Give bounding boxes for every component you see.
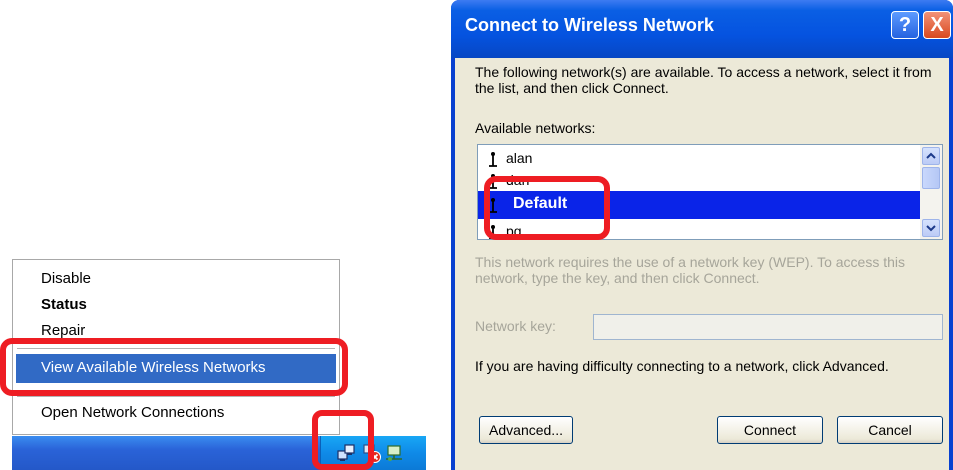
help-button[interactable]: ? xyxy=(891,11,919,39)
close-button[interactable]: X xyxy=(923,11,951,39)
instructions-text: The following network(s) are available. … xyxy=(475,64,932,96)
dialog-body: The following network(s) are available. … xyxy=(455,58,949,470)
scroll-up-button[interactable] xyxy=(922,147,940,165)
annotation-highlight-menu xyxy=(0,338,348,396)
network-key-label: Network key: xyxy=(475,318,556,334)
menu-item-repair[interactable]: Repair xyxy=(41,322,85,339)
menu-item-status[interactable]: Status xyxy=(41,296,87,313)
annotation-highlight-network xyxy=(484,176,610,240)
dialog-titlebar[interactable]: Connect to Wireless Network ? X xyxy=(451,0,953,58)
connect-button[interactable]: Connect xyxy=(717,416,823,444)
network-key-input[interactable] xyxy=(593,314,943,340)
menu-item-disable[interactable]: Disable xyxy=(41,270,91,287)
network-name: alan xyxy=(506,150,533,166)
wep-notice-text: This network requires the use of a netwo… xyxy=(475,254,906,286)
dialog-title: Connect to Wireless Network xyxy=(465,15,714,35)
chevron-up-icon xyxy=(926,152,936,159)
antenna-icon xyxy=(489,152,497,167)
chevron-down-icon xyxy=(926,225,936,232)
available-networks-label: Available networks: xyxy=(475,120,596,136)
advanced-hint-text: If you are having difficulty connecting … xyxy=(475,358,889,374)
advanced-button[interactable]: Advanced... xyxy=(479,416,573,444)
annotation-highlight-tray xyxy=(312,410,374,470)
cancel-button[interactable]: Cancel xyxy=(837,416,943,444)
scroll-thumb[interactable] xyxy=(922,167,940,189)
network-icon[interactable] xyxy=(383,442,405,464)
scroll-down-button[interactable] xyxy=(922,219,940,237)
menu-item-open-network-connections[interactable]: Open Network Connections xyxy=(41,404,224,421)
menu-separator xyxy=(17,396,335,397)
network-list-scrollbar[interactable] xyxy=(920,145,942,239)
